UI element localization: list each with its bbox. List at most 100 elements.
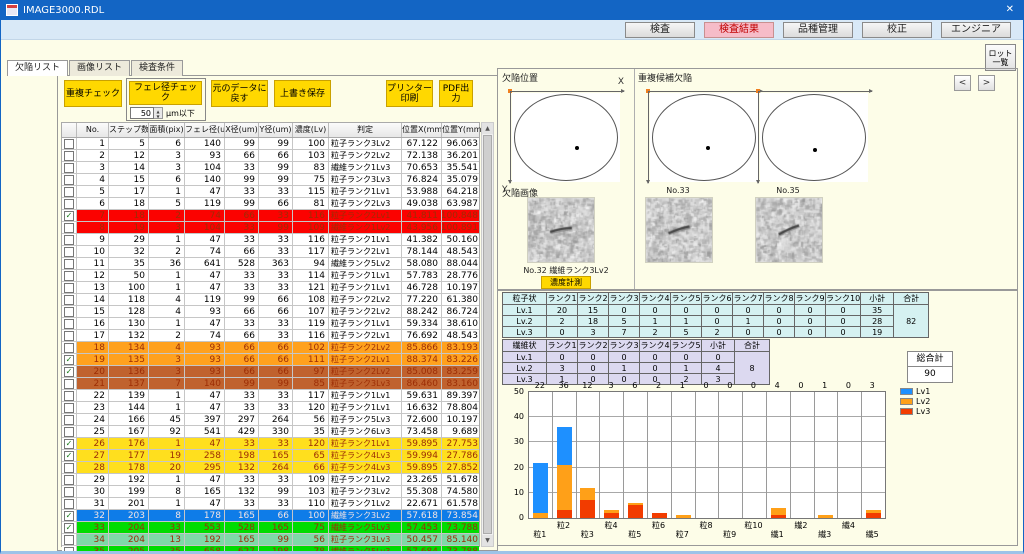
table-row[interactable]: 34 204 13 192 165 99 56 粒子ランク3Lv3 50.457 85.140 [62, 534, 479, 546]
table-row[interactable]: 4 15 6 140 99 99 75 粒子ランク3Lv3 76.824 35.079 [62, 174, 479, 186]
spinner-arrows[interactable]: ▲ ▼ [154, 107, 163, 119]
table-row[interactable]: 3 14 3 104 33 99 83 繊維ランク1Lv3 70.653 35.541 [62, 162, 479, 174]
table-row[interactable]: 14 118 4 119 99 66 108 粒子ランク2Lv2 77.220 61.380 [62, 294, 479, 306]
row-checkbox[interactable] [64, 474, 74, 485]
tab-inspection-conditions[interactable]: 検査条件 [131, 60, 184, 76]
table-row[interactable]: ✓ 33 204 33 553 528 165 75 繊維ランク5Lv3 57.453 73.788 [62, 522, 479, 534]
row-checkbox[interactable] [64, 174, 74, 185]
table-row[interactable]: 17 132 2 74 66 33 116 粒子ランク2Lv1 76.692 48.543 [62, 330, 479, 342]
row-checkbox[interactable] [64, 222, 74, 233]
table-row[interactable]: 12 50 1 47 33 33 114 粒子ランク1Lv1 57.783 28.776 [62, 270, 479, 282]
row-checkbox[interactable] [64, 138, 74, 149]
table-row[interactable]: 8 19 3 104 33 99 109 繊維ランク1Lv2 43.956 100.891 [62, 222, 479, 234]
table-row[interactable]: 24 166 45 397 297 264 56 粒子ランク5Lv3 72.600 10.197 [62, 414, 479, 426]
row-checkbox-checked[interactable]: ✓ [64, 438, 74, 449]
row-checkbox[interactable] [64, 318, 74, 329]
table-row[interactable]: 5 17 1 47 33 33 115 粒子ランク1Lv1 53.988 64.218 [62, 186, 479, 198]
table-row[interactable]: 35 205 35 658 627 198 78 繊維ランク5Lv3 57.684 73.788 [62, 546, 479, 551]
row-checkbox-checked[interactable]: ✓ [64, 210, 74, 221]
scroll-thumb[interactable] [483, 135, 492, 534]
table-row[interactable]: 10 32 2 74 66 33 117 粒子ランク2Lv1 78.144 48.543 [62, 246, 479, 258]
row-checkbox-checked[interactable]: ✓ [64, 522, 74, 533]
row-checkbox[interactable] [64, 150, 74, 161]
lot-list-button[interactable]: ロット 一覧 [985, 44, 1016, 71]
row-checkbox[interactable] [64, 462, 74, 473]
row-checkbox[interactable] [64, 534, 74, 545]
row-checkbox-checked[interactable]: ✓ [64, 510, 74, 521]
table-row[interactable]: 16 130 1 47 33 33 119 粒子ランク1Lv1 59.334 38.610 [62, 318, 479, 330]
nav-button-product-management[interactable]: 品種管理 [783, 21, 853, 38]
row-checkbox[interactable] [64, 234, 74, 245]
table-row[interactable]: 21 137 7 140 99 99 85 粒子ランク3Lv3 86.460 83.160 [62, 378, 479, 390]
row-checkbox[interactable] [64, 270, 74, 281]
table-row[interactable]: 29 192 1 47 33 33 109 粒子ランク1Lv2 23.265 51.678 [62, 474, 479, 486]
table-row[interactable]: ✓ 32 203 8 178 165 66 100 繊維ランク3Lv2 57.618 73.854 [62, 510, 479, 522]
next-button[interactable]: > [978, 75, 995, 91]
row-checkbox[interactable] [64, 198, 74, 209]
table-row[interactable]: 25 167 92 541 429 330 35 粒子ランク6Lv3 73.458 9.689 [62, 426, 479, 438]
close-icon[interactable]: ✕ [1006, 4, 1014, 15]
row-checkbox-checked[interactable]: ✓ [64, 354, 74, 365]
table-row[interactable]: ✓ 20 136 3 93 66 66 97 粒子ランク2Lv2 85.008 83.259 [62, 366, 479, 378]
nav-button-inspection[interactable]: 検査 [625, 21, 695, 38]
feret-value-input[interactable] [130, 107, 154, 119]
row-checkbox[interactable] [64, 258, 74, 269]
table-row[interactable]: 22 139 1 47 33 33 117 粒子ランク1Lv1 59.631 89.397 [62, 390, 479, 402]
printer-print-button[interactable]: プリンター印刷 [386, 80, 433, 107]
pdf-output-button[interactable]: PDF出力 [439, 80, 473, 107]
scroll-down-icon[interactable]: ▼ [482, 535, 493, 546]
table-cell: 47 [185, 234, 225, 245]
spinner-down-icon[interactable]: ▼ [154, 114, 162, 119]
tab-image-list[interactable]: 画像リスト [69, 60, 131, 76]
table-row[interactable]: ✓ 19 135 3 93 66 66 111 粒子ランク2Lv1 88.374 83.226 [62, 354, 479, 366]
row-checkbox[interactable] [64, 342, 74, 353]
row-checkbox[interactable] [64, 402, 74, 413]
row-checkbox[interactable] [64, 546, 74, 551]
row-checkbox[interactable] [64, 246, 74, 257]
row-checkbox[interactable] [64, 498, 74, 509]
row-checkbox-checked[interactable]: ✓ [64, 366, 74, 377]
row-checkbox[interactable] [64, 294, 74, 305]
table-cell: 99 [225, 138, 259, 149]
tab-defect-list[interactable]: 欠陥リスト [7, 60, 69, 76]
row-checkbox-checked[interactable]: ✓ [64, 450, 74, 461]
duplicate-check-button[interactable]: 重複チェック [64, 80, 122, 107]
table-row[interactable]: ✓ 7 18 2 74 66 33 116 粒子ランク2Lv1 41.811 100.848 [62, 210, 479, 222]
table-row[interactable]: ✓ 27 177 19 258 198 165 65 粒子ランク4Lv3 59.994 27.786 [62, 450, 479, 462]
prev-button[interactable]: < [954, 75, 971, 91]
overwrite-save-button[interactable]: 上書き保存 [274, 80, 331, 107]
nav-button-inspection-result[interactable]: 検査結果 [704, 21, 774, 38]
nav-button-engineer[interactable]: エンジニア [941, 21, 1011, 38]
row-checkbox[interactable] [64, 486, 74, 497]
table-row[interactable]: 18 134 4 93 66 66 102 粒子ランク2Lv2 85.866 83.193 [62, 342, 479, 354]
table-scrollbar[interactable]: ▲ ▼ [481, 122, 494, 547]
feret-check-button[interactable]: フェレ径チェック [129, 81, 202, 105]
table-row[interactable]: 15 128 4 93 66 66 107 粒子ランク2Lv2 88.242 86.724 [62, 306, 479, 318]
row-checkbox[interactable] [64, 378, 74, 389]
scroll-up-icon[interactable]: ▲ [482, 123, 493, 134]
table-row[interactable]: 1 5 6 140 99 99 100 粒子ランク3Lv2 67.122 96.063 [62, 138, 479, 150]
row-checkbox[interactable] [64, 282, 74, 293]
restore-data-button[interactable]: 元のデータに戻す [211, 80, 268, 107]
table-row[interactable]: 11 35 36 641 528 363 94 繊維ランク5Lv2 58.080 88.044 [62, 258, 479, 270]
table-row[interactable]: 31 201 1 47 33 33 110 粒子ランク1Lv2 22.671 61.578 [62, 498, 479, 510]
table-row[interactable]: 30 199 8 165 132 99 103 粒子ランク3Lv2 55.308 74.580 [62, 486, 479, 498]
table-cell: 33 [259, 186, 293, 197]
row-checkbox[interactable] [64, 390, 74, 401]
table-row[interactable]: 23 144 1 47 33 33 120 粒子ランク1Lv1 16.632 78.804 [62, 402, 479, 414]
table-cell: 166 [109, 414, 149, 425]
table-row[interactable]: 6 18 5 119 99 66 81 粒子ランク2Lv3 49.038 63.987 [62, 198, 479, 210]
nav-button-calibration[interactable]: 校正 [862, 21, 932, 38]
row-checkbox[interactable] [64, 330, 74, 341]
table-row[interactable]: 13 100 1 47 33 33 121 粒子ランク1Lv1 46.728 10.197 [62, 282, 479, 294]
row-checkbox[interactable] [64, 426, 74, 437]
row-checkbox[interactable] [64, 186, 74, 197]
table-row[interactable]: 9 29 1 47 33 33 116 粒子ランク1Lv1 41.382 50.160 [62, 234, 479, 246]
table-row[interactable]: 28 178 20 295 132 264 66 粒子ランク4Lv3 59.895 27.852 [62, 462, 479, 474]
row-checkbox[interactable] [64, 306, 74, 317]
density-measure-button[interactable]: 濃度計測 [541, 276, 591, 289]
table-row[interactable]: ✓ 26 176 1 47 33 33 120 粒子ランク1Lv1 59.895 27.753 [62, 438, 479, 450]
row-checkbox[interactable] [64, 414, 74, 425]
table-row[interactable]: 2 12 3 93 66 66 103 粒子ランク2Lv2 72.138 36.201 [62, 150, 479, 162]
row-checkbox[interactable] [64, 162, 74, 173]
